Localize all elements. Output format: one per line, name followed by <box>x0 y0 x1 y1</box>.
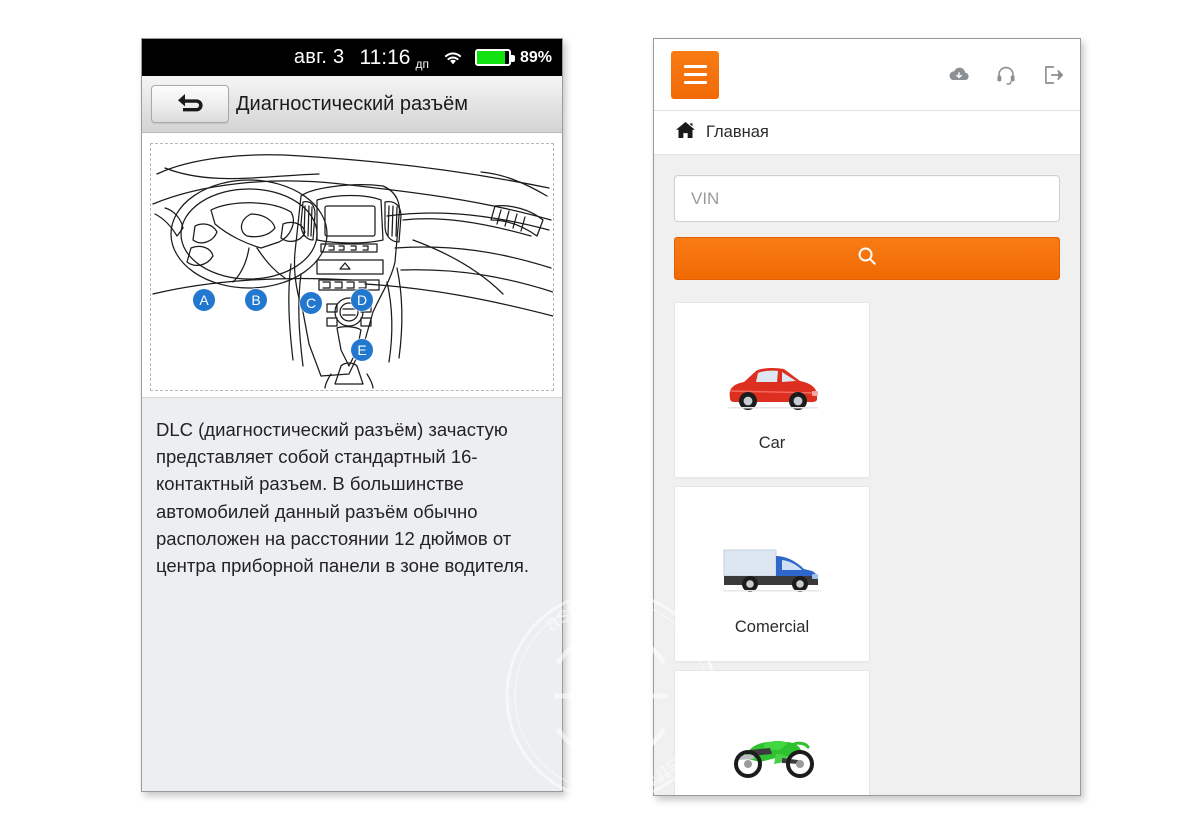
description-text: DLC (диагностический разъём) зачастую пр… <box>156 419 530 576</box>
illustration-container: A B C D E <box>142 133 562 398</box>
home-icon[interactable] <box>676 121 695 144</box>
back-button[interactable] <box>151 85 229 123</box>
vehicle-category-grid: Car Comercial <box>674 302 1060 795</box>
headset-support-icon[interactable] <box>996 65 1016 85</box>
app-top-bar <box>654 39 1080 111</box>
screenshot-root: авг. 3 11:16 дп 89% Диагностический разъ… <box>0 0 1200 826</box>
diagram-marker[interactable]: B <box>245 289 267 311</box>
search-button[interactable] <box>674 237 1060 280</box>
back-arrow-icon <box>173 91 207 118</box>
logout-icon[interactable] <box>1042 65 1064 85</box>
status-date: авг. 3 <box>293 46 345 68</box>
category-label: Car <box>758 433 786 452</box>
cloud-download-icon[interactable] <box>948 66 970 84</box>
app-body: Car <box>654 155 1080 795</box>
battery-percent: 89% <box>519 48 552 66</box>
diagram-marker[interactable]: A <box>193 289 215 311</box>
top-bar-icon-group <box>948 65 1064 85</box>
status-ampm: дп <box>415 57 429 71</box>
category-card-motorcycle[interactable]: MotorCycle <box>674 670 870 795</box>
category-label: Comercial <box>734 617 810 636</box>
blue-box-truck-icon <box>720 512 824 596</box>
hamburger-menu-icon[interactable] <box>671 50 719 99</box>
category-card-comercial[interactable]: Comercial <box>674 486 870 662</box>
wifi-icon <box>442 49 464 66</box>
battery-icon <box>474 49 515 66</box>
dashboard-diagram: A B C D E <box>150 143 554 391</box>
breadcrumb: Главная <box>654 111 1080 155</box>
webapp-panel: Главная VIN Car Comercial <box>653 38 1081 796</box>
device-status-bar: авг. 3 11:16 дп 89% <box>142 39 562 76</box>
search-icon <box>857 246 877 271</box>
diagram-marker[interactable]: E <box>351 339 373 361</box>
category-card-car[interactable]: Car <box>674 302 870 478</box>
green-motorcycle-icon <box>720 696 824 780</box>
diagram-marker[interactable]: D <box>351 289 373 311</box>
diagram-marker[interactable]: C <box>300 292 322 314</box>
status-time: 11:16 <box>359 45 411 69</box>
device-title-bar: Диагностический разъём <box>142 76 562 133</box>
red-hatchback-car-icon <box>720 328 824 412</box>
device-mockup-panel: авг. 3 11:16 дп 89% Диагностический разъ… <box>141 38 563 792</box>
breadcrumb-label[interactable]: Главная <box>706 123 769 142</box>
vin-input[interactable] <box>674 175 1060 222</box>
